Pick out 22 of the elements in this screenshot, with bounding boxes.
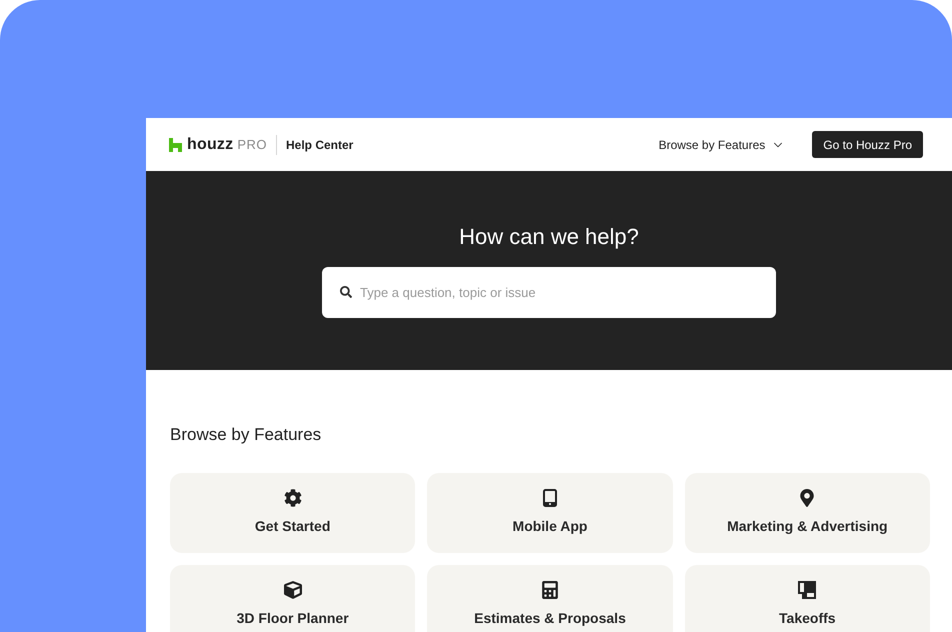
cta-button[interactable]: Go to Houzz Pro xyxy=(812,131,923,158)
logo-wordmark: houzz xyxy=(187,136,234,154)
layout-icon xyxy=(798,581,816,599)
logo-icon xyxy=(169,138,182,152)
feature-card[interactable]: Mobile App xyxy=(427,473,673,553)
section-heading: Browse by Features xyxy=(170,424,322,446)
phone-icon xyxy=(542,489,557,507)
section-title: Help Center xyxy=(286,138,354,152)
search-icon xyxy=(340,286,352,298)
feature-card[interactable]: Estimates & Proposals xyxy=(427,565,673,632)
nav-menu[interactable]: Browse by Features xyxy=(658,134,786,156)
hero-title: How can we help? xyxy=(459,223,639,251)
cube-icon xyxy=(284,581,302,599)
gear-icon xyxy=(284,489,302,507)
feature-card[interactable]: Get Started xyxy=(170,473,416,553)
search-field[interactable]: Type a question, topic or issue xyxy=(322,267,776,318)
feature-card[interactable]: Takeoffs xyxy=(684,565,930,632)
logo-pro-text: PRO xyxy=(237,137,267,152)
map-pin-icon xyxy=(800,489,814,507)
feature-card[interactable]: Marketing & Advertising xyxy=(684,473,930,553)
feature-card[interactable]: 3D Floor Planner xyxy=(170,565,416,632)
calculator-icon xyxy=(542,581,558,599)
